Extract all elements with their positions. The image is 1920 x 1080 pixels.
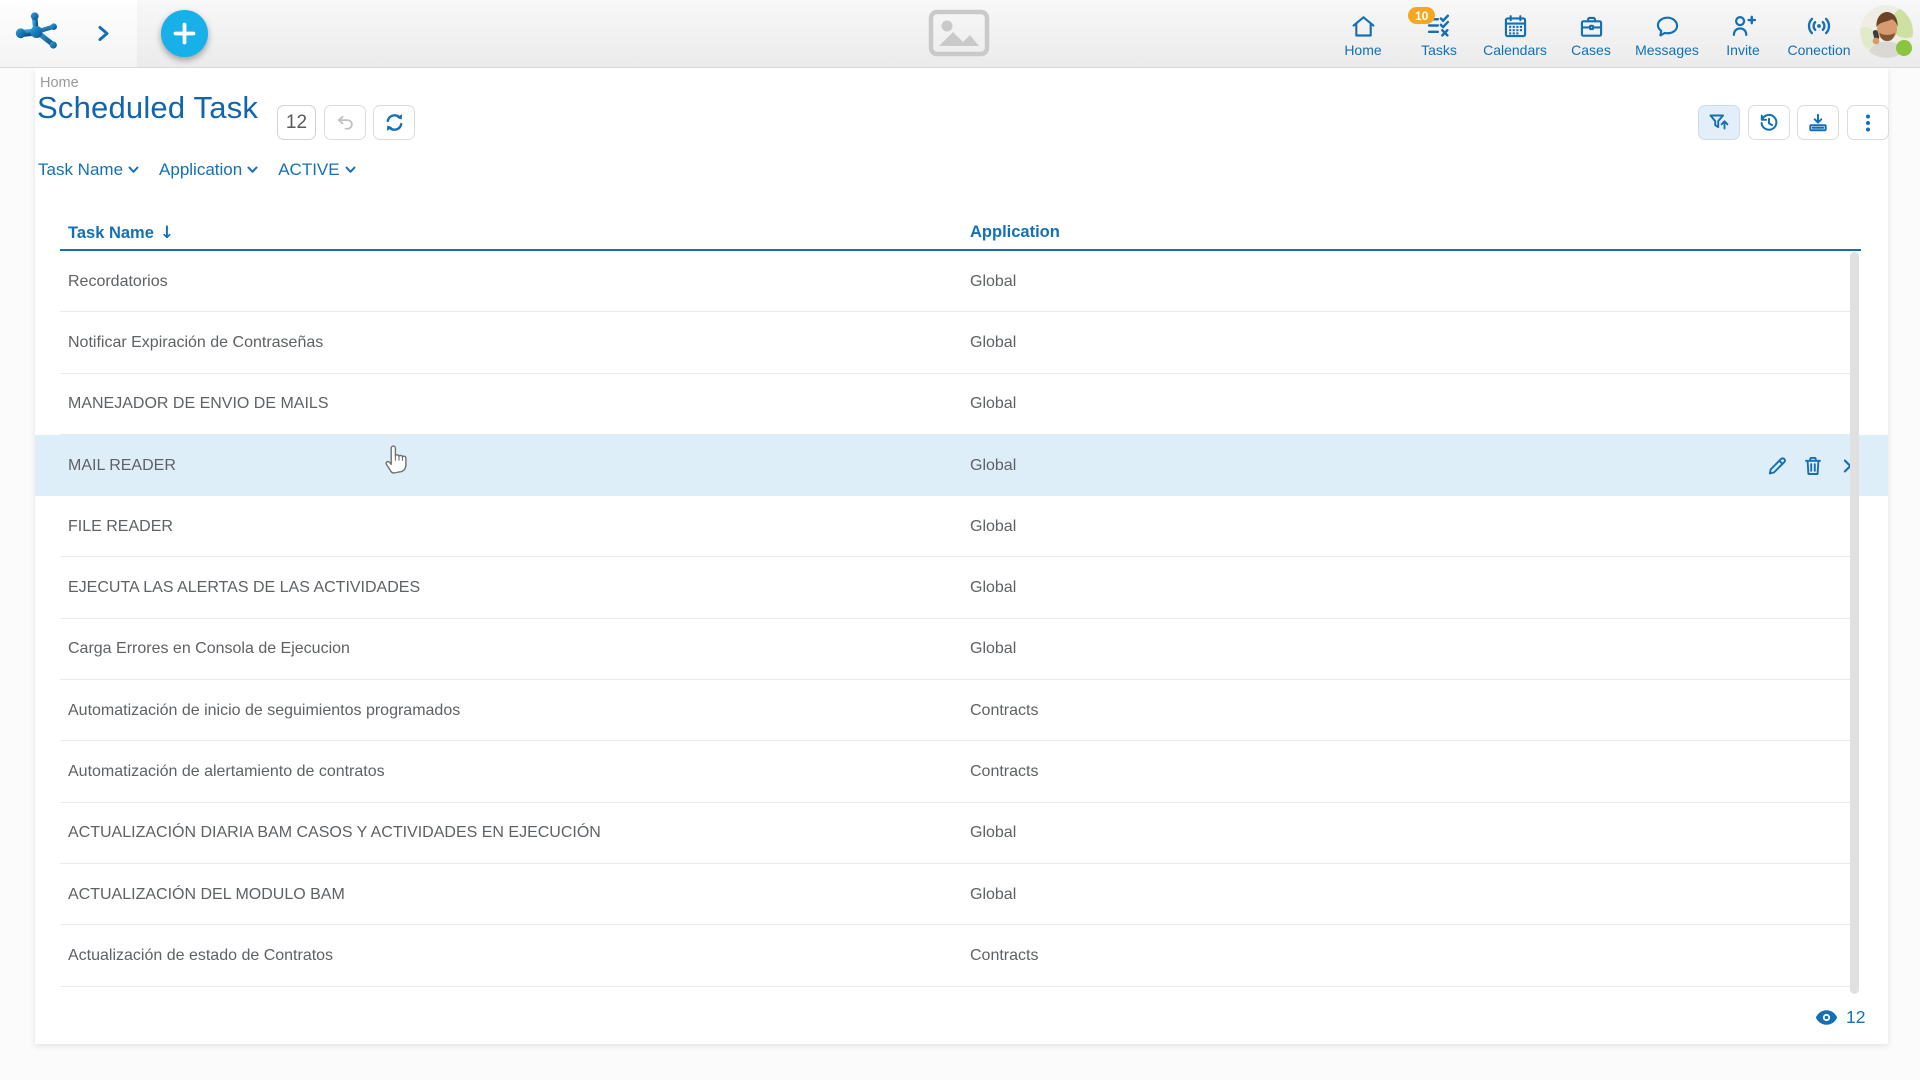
content-card: Home Scheduled Task 12 xyxy=(35,68,1888,1044)
task-name-cell: ACTUALIZACIÓN DEL MODULO BAM xyxy=(68,886,345,904)
application-cell: Global xyxy=(970,579,1016,597)
logo-area xyxy=(0,0,137,67)
history-icon xyxy=(1757,111,1781,135)
task-name-cell: EJECUTA LAS ALERTAS DE LAS ACTIVIDADES xyxy=(68,579,420,597)
table-row[interactable]: Notificar Expiración de Contraseñas Glob… xyxy=(35,312,1888,373)
new-request-fab-button[interactable] xyxy=(161,10,208,57)
filter-chip-task-name[interactable]: Task Name xyxy=(38,160,139,180)
application-cell: Global xyxy=(970,518,1016,536)
plus-icon xyxy=(173,22,196,45)
tasks-count-badge: 10 xyxy=(1408,7,1435,24)
task-name-cell: ACTUALIZACIÓN DIARIA BAM CASOS Y ACTIVID… xyxy=(68,824,601,842)
navbar-items: Home 10 Tasks Calendars Cases Messages I… xyxy=(1325,6,1857,64)
table-row[interactable]: Carga Errores en Consola de Ejecucion Gl… xyxy=(35,619,1888,680)
filter-chips: Task Name Application ACTIVE xyxy=(38,160,356,180)
undo-button[interactable] xyxy=(324,105,366,140)
connection-signal-icon xyxy=(1805,12,1833,40)
filter-chip-active[interactable]: ACTIVE xyxy=(278,160,355,180)
online-status-dot xyxy=(1896,40,1912,56)
nav-item-calendars[interactable]: Calendars xyxy=(1477,6,1553,64)
kebab-menu-icon xyxy=(1857,112,1879,134)
image-placeholder-icon xyxy=(928,9,990,62)
table-row[interactable]: Automatización de alertamiento de contra… xyxy=(35,741,1888,802)
filter-chip-application[interactable]: Application xyxy=(159,160,258,180)
application-cell: Global xyxy=(970,886,1016,904)
application-cell: Contracts xyxy=(970,702,1038,720)
top-navbar: Home 10 Tasks Calendars Cases Messages I… xyxy=(0,0,1920,68)
task-name-cell: Notificar Expiración de Contraseñas xyxy=(68,334,323,352)
column-header-application[interactable]: Application xyxy=(970,223,1060,242)
nav-item-cases[interactable]: Cases xyxy=(1553,6,1629,64)
briefcase-icon xyxy=(1578,12,1605,40)
task-name-cell: FILE READER xyxy=(68,518,173,536)
task-table-body: Recordatorios Global Notificar Expiració… xyxy=(35,251,1888,987)
nav-item-messages[interactable]: Messages xyxy=(1629,6,1705,64)
application-cell: Global xyxy=(970,824,1016,842)
application-cell: Contracts xyxy=(970,947,1038,965)
application-cell: Global xyxy=(970,457,1016,475)
application-cell: Global xyxy=(970,273,1016,291)
record-count-badge: 12 xyxy=(277,105,316,140)
application-cell: Global xyxy=(970,395,1016,413)
task-name-cell: Recordatorios xyxy=(68,273,168,291)
row-actions xyxy=(1765,454,1857,478)
nav-item-home[interactable]: Home xyxy=(1325,6,1401,64)
task-name-cell: MANEJADOR DE ENVIO DE MAILS xyxy=(68,395,329,413)
filter-upload-icon xyxy=(1707,111,1731,135)
refresh-button[interactable] xyxy=(373,105,415,140)
user-avatar[interactable] xyxy=(1860,5,1913,58)
task-name-cell: MAIL READER xyxy=(68,457,176,475)
breadcrumb[interactable]: Home xyxy=(40,75,79,91)
download-icon xyxy=(1806,111,1830,135)
table-row[interactable]: Actualización de estado de Contratos Con… xyxy=(35,925,1888,986)
edit-pencil-icon[interactable] xyxy=(1765,454,1789,478)
table-row[interactable]: MANEJADOR DE ENVIO DE MAILS Global xyxy=(35,374,1888,435)
task-name-cell: Automatización de alertamiento de contra… xyxy=(68,763,385,781)
chevron-right-icon[interactable] xyxy=(97,25,110,47)
sort-desc-icon: ↓ xyxy=(160,223,174,243)
page-title: Scheduled Task xyxy=(37,90,258,126)
eye-icon xyxy=(1815,1009,1838,1026)
nav-item-conection[interactable]: Conection xyxy=(1781,6,1857,64)
visible-count: 12 xyxy=(1815,1007,1865,1028)
application-cell: Global xyxy=(970,640,1016,658)
chevron-down-icon xyxy=(247,166,258,174)
table-row[interactable]: EJECUTA LAS ALERTAS DE LAS ACTIVIDADES G… xyxy=(35,557,1888,618)
hand-cursor xyxy=(383,442,411,476)
column-header-task-name[interactable]: Task Name↓ xyxy=(68,223,174,243)
table-row[interactable]: FILE READER Global xyxy=(35,496,1888,557)
undo-icon xyxy=(334,111,357,134)
invite-user-icon xyxy=(1729,12,1757,40)
task-name-cell: Automatización de inicio de seguimientos… xyxy=(68,702,460,720)
table-row[interactable]: Recordatorios Global xyxy=(35,251,1888,312)
calendar-icon xyxy=(1502,12,1529,40)
task-name-cell: Carga Errores en Consola de Ejecucion xyxy=(68,640,350,658)
delete-trash-icon[interactable] xyxy=(1801,454,1825,478)
frog-foot-logo xyxy=(14,10,60,50)
chevron-down-icon xyxy=(128,166,139,174)
more-options-button[interactable] xyxy=(1847,105,1889,140)
refresh-icon xyxy=(383,111,406,134)
download-button[interactable] xyxy=(1797,105,1839,140)
message-bubble-icon xyxy=(1654,12,1681,40)
nav-item-tasks[interactable]: 10 Tasks xyxy=(1401,6,1477,64)
history-button[interactable] xyxy=(1748,105,1790,140)
filter-button[interactable] xyxy=(1698,105,1740,140)
application-cell: Global xyxy=(970,334,1016,352)
table-row[interactable]: Automatización de inicio de seguimientos… xyxy=(35,680,1888,741)
task-name-cell: Actualización de estado de Contratos xyxy=(68,947,333,965)
home-icon xyxy=(1350,12,1377,40)
chevron-down-icon xyxy=(345,166,356,174)
vertical-scrollbar[interactable] xyxy=(1850,252,1859,994)
application-cell: Contracts xyxy=(970,763,1038,781)
table-row[interactable]: ACTUALIZACIÓN DIARIA BAM CASOS Y ACTIVID… xyxy=(35,803,1888,864)
table-row[interactable]: MAIL READER Global xyxy=(35,435,1888,496)
table-row[interactable]: ACTUALIZACIÓN DEL MODULO BAM Global xyxy=(35,864,1888,925)
nav-item-invite[interactable]: Invite xyxy=(1705,6,1781,64)
